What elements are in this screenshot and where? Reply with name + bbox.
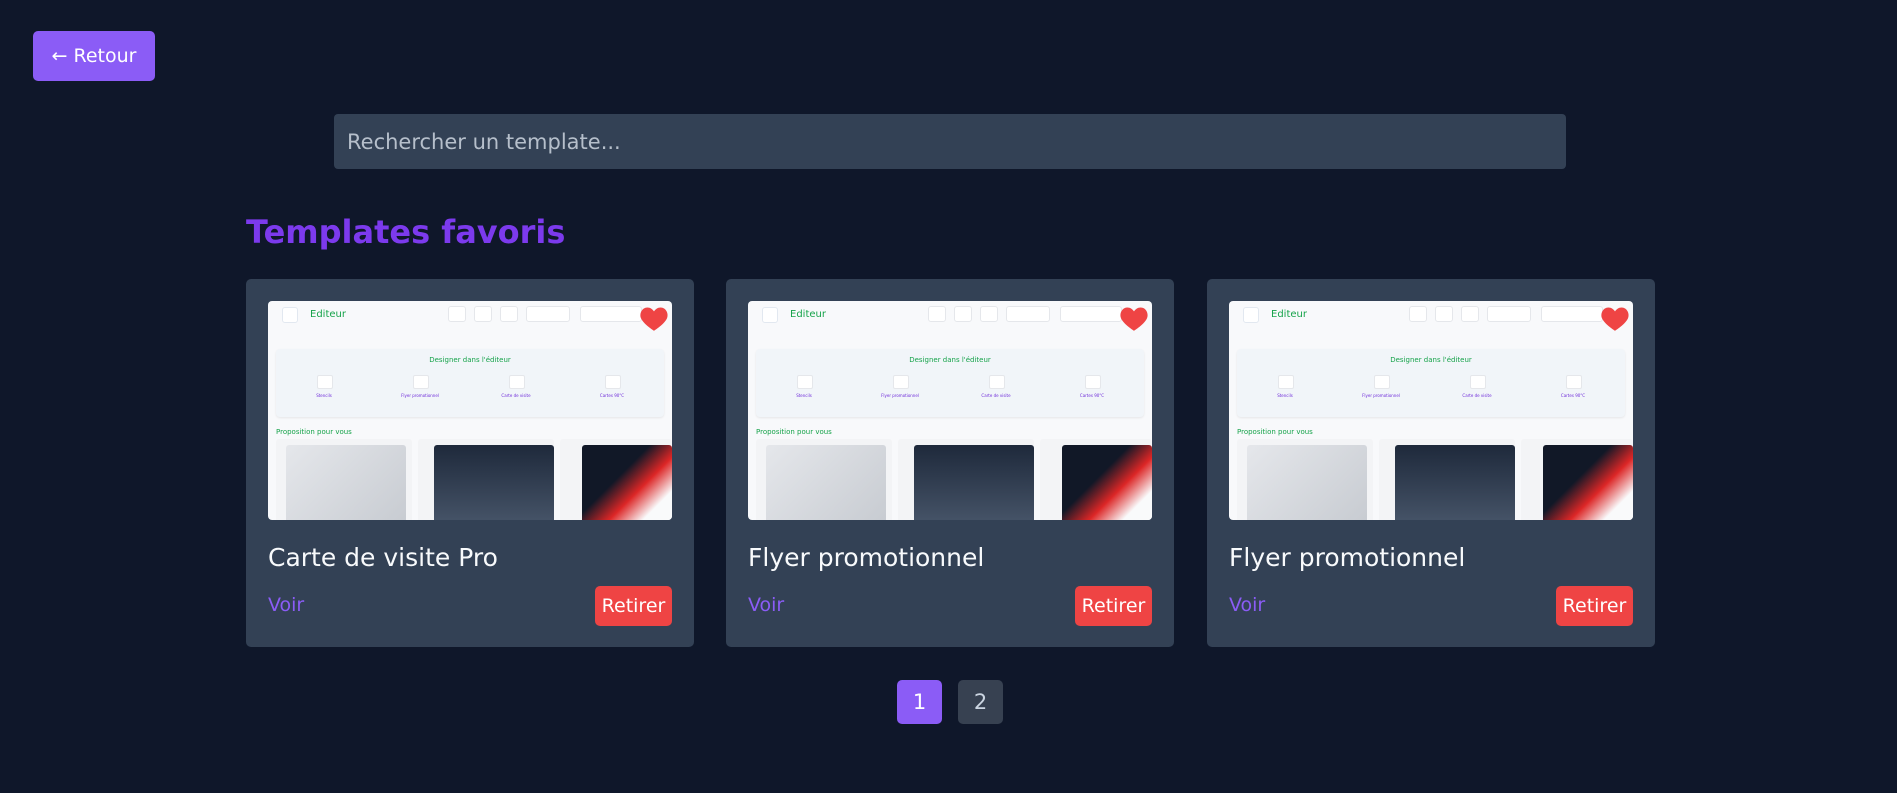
card-title: Flyer promotionnel (748, 543, 985, 572)
section-title: Templates favoris (246, 213, 566, 251)
template-card: Editeur Designer dans l'éditeur Stencils… (1207, 279, 1655, 647)
preview-laptop-image (1247, 445, 1367, 520)
preview-tool-icon (893, 375, 909, 389)
template-thumbnail[interactable]: Editeur Designer dans l'éditeur Stencils… (268, 301, 672, 520)
preview-tool-label: Flyer promotionnel (1362, 393, 1400, 398)
remove-button[interactable]: Retirer (1075, 586, 1152, 626)
preview-laptop-image (766, 445, 886, 520)
preview-tool-icon (1374, 375, 1390, 389)
preview-tool-label: Carte de visite (981, 393, 1011, 398)
preview-undo-icon (1409, 306, 1427, 322)
preview-website-image (914, 445, 1034, 520)
preview-panel: Designer dans l'éditeur Stencils Flyer p… (756, 349, 1144, 417)
preview-bell-icon (980, 306, 998, 322)
preview-panel: Designer dans l'éditeur Stencils Flyer p… (276, 349, 664, 417)
preview-tool-label: Carte de visite (501, 393, 531, 398)
preview-tool-icon (317, 375, 333, 389)
preview-section-title: Proposition pour vous (1237, 428, 1313, 436)
preview-tool-icon (797, 375, 813, 389)
remove-button[interactable]: Retirer (1556, 586, 1633, 626)
preview-user-pill (1060, 306, 1122, 322)
preview-tool-icon (1085, 375, 1101, 389)
preview-tool-icon (1470, 375, 1486, 389)
preview-pill (1487, 306, 1531, 322)
preview-tool-label: Stencils (316, 393, 332, 398)
preview-header: Editeur (748, 301, 1152, 329)
page-button-1[interactable]: 1 (897, 680, 942, 724)
preview-back-icon (1243, 307, 1259, 323)
heart-icon[interactable] (639, 305, 669, 332)
preview-panel: Designer dans l'éditeur Stencils Flyer p… (1237, 349, 1625, 417)
view-link[interactable]: Voir (1229, 594, 1265, 616)
preview-pill (526, 306, 570, 322)
preview-redo-icon (1435, 306, 1453, 322)
preview-bell-icon (500, 306, 518, 322)
preview-tool-icon (509, 375, 525, 389)
preview-undo-icon (928, 306, 946, 322)
preview-redo-icon (474, 306, 492, 322)
heart-icon[interactable] (1600, 305, 1630, 332)
preview-tool-icon (1278, 375, 1294, 389)
preview-business-card-image (1062, 445, 1152, 520)
card-title: Carte de visite Pro (268, 543, 498, 572)
preview-header-title: Editeur (1271, 309, 1307, 320)
preview-tool-label: Cartes 90°C (1079, 393, 1105, 398)
preview-tool-label: Cartes 90°C (1560, 393, 1586, 398)
preview-header: Editeur (1229, 301, 1633, 329)
preview-tool-label: Carte de visite (1462, 393, 1492, 398)
template-card: Editeur Designer dans l'éditeur Stencils… (726, 279, 1174, 647)
preview-section-title: Proposition pour vous (276, 428, 352, 436)
preview-undo-icon (448, 306, 466, 322)
preview-bell-icon (1461, 306, 1479, 322)
preview-tool-icon (605, 375, 621, 389)
preview-back-icon (282, 307, 298, 323)
preview-section-title: Proposition pour vous (756, 428, 832, 436)
page-button-2[interactable]: 2 (958, 680, 1003, 724)
preview-header-title: Editeur (790, 309, 826, 320)
preview-website-image (434, 445, 554, 520)
search-bar[interactable] (334, 114, 1566, 169)
search-input[interactable] (345, 128, 1555, 155)
preview-back-icon (762, 307, 778, 323)
preview-panel-title: Designer dans l'éditeur (1390, 356, 1472, 364)
preview-tool-label: Stencils (796, 393, 812, 398)
preview-panel-title: Designer dans l'éditeur (909, 356, 991, 364)
remove-button[interactable]: Retirer (595, 586, 672, 626)
view-link[interactable]: Voir (268, 594, 304, 616)
preview-panel-title: Designer dans l'éditeur (429, 356, 511, 364)
preview-user-pill (1541, 306, 1603, 322)
template-thumbnail[interactable]: Editeur Designer dans l'éditeur Stencils… (1229, 301, 1633, 520)
preview-business-card-image (1543, 445, 1633, 520)
preview-header: Editeur (268, 301, 672, 329)
preview-tool-label: Cartes 90°C (599, 393, 625, 398)
preview-header-title: Editeur (310, 309, 346, 320)
preview-tool-label: Flyer promotionnel (881, 393, 919, 398)
preview-tool-icon (989, 375, 1005, 389)
preview-tool-label: Flyer promotionnel (401, 393, 439, 398)
preview-redo-icon (954, 306, 972, 322)
heart-icon[interactable] (1119, 305, 1149, 332)
preview-tool-label: Stencils (1277, 393, 1293, 398)
preview-laptop-image (286, 445, 406, 520)
preview-user-pill (580, 306, 642, 322)
preview-pill (1006, 306, 1050, 322)
preview-tool-icon (413, 375, 429, 389)
back-button[interactable]: ← Retour (33, 31, 155, 81)
card-title: Flyer promotionnel (1229, 543, 1466, 572)
preview-website-image (1395, 445, 1515, 520)
view-link[interactable]: Voir (748, 594, 784, 616)
template-card: Editeur Designer dans l'éditeur Stencils… (246, 279, 694, 647)
preview-tool-icon (1566, 375, 1582, 389)
template-thumbnail[interactable]: Editeur Designer dans l'éditeur Stencils… (748, 301, 1152, 520)
preview-business-card-image (582, 445, 672, 520)
